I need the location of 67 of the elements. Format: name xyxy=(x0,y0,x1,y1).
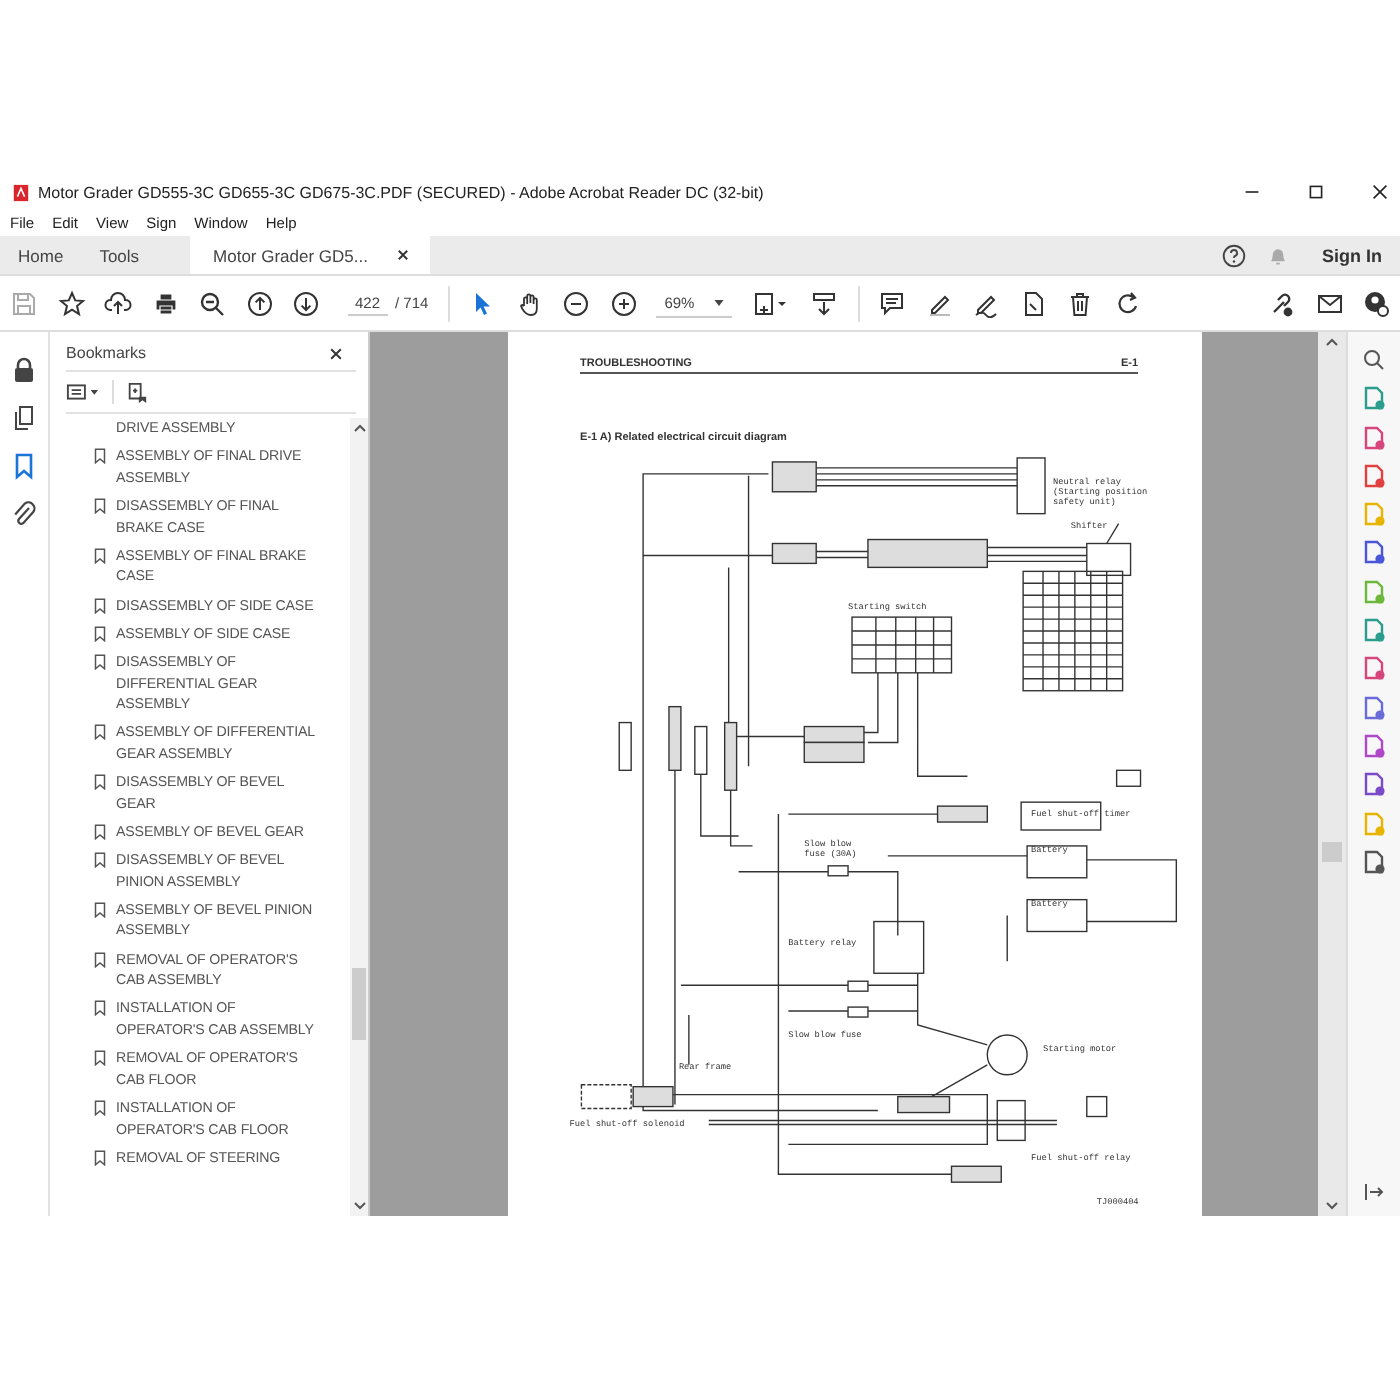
zoom-in-icon[interactable] xyxy=(609,289,638,317)
bookmark-icon xyxy=(94,547,107,564)
close-icon[interactable] xyxy=(1372,184,1388,200)
document-edit-icon[interactable] xyxy=(1019,289,1048,317)
user-add-icon[interactable] xyxy=(1362,289,1390,317)
tool-icon[interactable] xyxy=(1362,656,1387,681)
bookmark-icon xyxy=(94,951,107,968)
zoom-out-icon[interactable] xyxy=(198,289,226,317)
scrollbar[interactable] xyxy=(1318,332,1347,1216)
caret-icon[interactable] xyxy=(714,299,725,305)
trash-icon[interactable] xyxy=(1066,289,1095,317)
tool-icon[interactable] xyxy=(1362,386,1387,411)
bookmark-icon xyxy=(94,1050,107,1067)
tab[interactable]: Motor Grader GD5... xyxy=(189,236,430,274)
zoom-out-button-icon[interactable] xyxy=(562,289,591,317)
bookmark-icon xyxy=(94,724,107,741)
options-menu-icon[interactable] xyxy=(66,382,101,402)
tool-icon[interactable] xyxy=(1362,849,1387,874)
tool-icon[interactable] xyxy=(1362,540,1387,565)
mail-icon[interactable] xyxy=(1315,289,1343,317)
paperclip-icon[interactable] xyxy=(10,500,39,528)
close-icon[interactable] xyxy=(396,248,410,262)
print-icon[interactable] xyxy=(151,289,179,317)
scroll-down-icon[interactable] xyxy=(1326,1202,1339,1210)
tool-icon[interactable] xyxy=(1362,772,1387,797)
scroll-thumb[interactable] xyxy=(1322,842,1343,862)
scroll-up-icon[interactable] xyxy=(353,424,366,432)
pages-icon[interactable] xyxy=(10,404,39,432)
help-icon[interactable] xyxy=(1222,243,1246,267)
comment-icon[interactable] xyxy=(878,289,907,317)
rotate-icon[interactable] xyxy=(1113,289,1142,317)
maximize-icon[interactable] xyxy=(1308,184,1324,200)
sign-in-link[interactable]: Sign In xyxy=(1322,245,1382,265)
new-bookmark-icon[interactable] xyxy=(126,381,149,403)
star-icon[interactable] xyxy=(57,289,85,317)
scrollbar[interactable] xyxy=(350,418,369,1216)
panel-title: Bookmarks xyxy=(66,344,147,362)
pdf-icon xyxy=(12,183,30,201)
bookmark-icon xyxy=(94,1000,107,1017)
zoom-icon[interactable] xyxy=(1362,348,1387,372)
bookmark-icon xyxy=(94,1099,107,1116)
collapse-panel-icon[interactable] xyxy=(1362,1180,1387,1204)
tool-icon[interactable] xyxy=(1362,425,1387,450)
bookmark-icon xyxy=(94,497,107,514)
tool-icon[interactable] xyxy=(1362,463,1387,488)
scroll-mode-icon[interactable] xyxy=(810,289,839,317)
close-icon[interactable] xyxy=(328,345,345,361)
bookmark-icon xyxy=(94,1149,107,1166)
previous-page-icon[interactable] xyxy=(245,289,273,317)
lock-icon[interactable] xyxy=(10,356,39,384)
tool-icon[interactable] xyxy=(1362,695,1387,720)
tool-icon[interactable] xyxy=(1362,618,1387,643)
tab[interactable]: Tools xyxy=(81,236,158,274)
tab[interactable]: Home xyxy=(0,236,82,274)
cloud-upload-icon[interactable] xyxy=(104,289,132,317)
next-page-icon[interactable] xyxy=(292,289,320,317)
fit-page-icon[interactable] xyxy=(751,289,792,317)
bookmark-icon xyxy=(94,901,107,918)
tool-icon[interactable] xyxy=(1362,733,1387,758)
hand-icon[interactable] xyxy=(515,289,544,317)
window-title: Motor Grader GD555-3C GD655-3C GD675-3C.PDF (SECURED) - Adobe Acrobat Reader DC (32-bit) xyxy=(38,183,766,201)
scroll-thumb[interactable] xyxy=(352,968,367,1040)
bookmark-icon xyxy=(94,448,107,465)
bookmark-icon xyxy=(94,774,107,791)
scroll-down-icon[interactable] xyxy=(353,1202,366,1210)
scroll-up-icon[interactable] xyxy=(1326,338,1339,346)
share-link-icon[interactable] xyxy=(1268,289,1296,317)
